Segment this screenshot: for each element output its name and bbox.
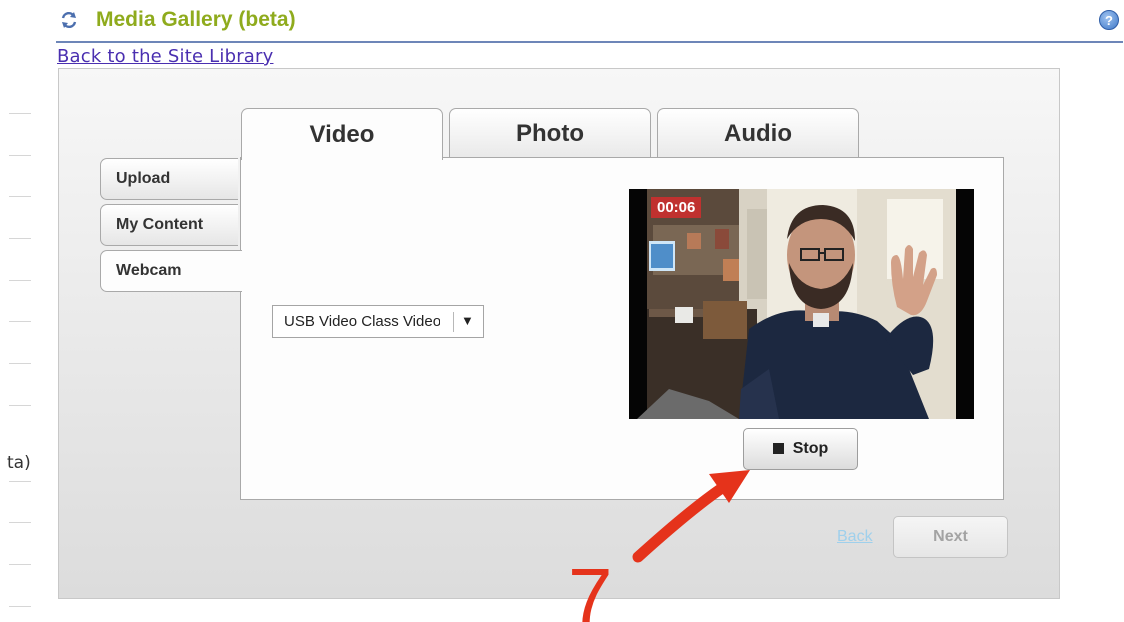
back-button[interactable]: Back (837, 528, 873, 546)
tab-audio[interactable]: Audio (657, 108, 859, 158)
background-list-dividers (0, 0, 40, 622)
webcam-preview (629, 189, 974, 419)
webcam-frame-image (629, 189, 974, 419)
stop-icon (772, 443, 784, 454)
background-partial-text: ta) (7, 453, 31, 473)
help-icon[interactable]: ? (1099, 10, 1119, 30)
side-tab-webcam[interactable]: Webcam (100, 250, 242, 292)
side-tab-my-content[interactable]: My Content (100, 204, 238, 246)
refresh-icon[interactable] (59, 10, 79, 30)
page-title: Media Gallery (beta) (96, 8, 296, 31)
chevron-down-icon[interactable]: ▼ (461, 313, 474, 328)
side-tab-upload[interactable]: Upload (100, 158, 238, 200)
camera-source-select[interactable]: USB Video Class Video ▼ (272, 305, 484, 338)
tab-video[interactable]: Video (241, 108, 443, 160)
recording-timer: 00:06 (651, 197, 702, 218)
next-button[interactable]: Next (893, 516, 1008, 558)
header-divider (56, 41, 1123, 43)
back-to-site-library-link[interactable]: Back to the Site Library (57, 46, 274, 67)
stop-button-label: Stop (792, 440, 829, 457)
select-divider (453, 312, 454, 332)
camera-source-value: USB Video Class Video (284, 313, 440, 330)
tab-photo[interactable]: Photo (449, 108, 651, 158)
stop-recording-button[interactable]: Stop (743, 428, 858, 470)
